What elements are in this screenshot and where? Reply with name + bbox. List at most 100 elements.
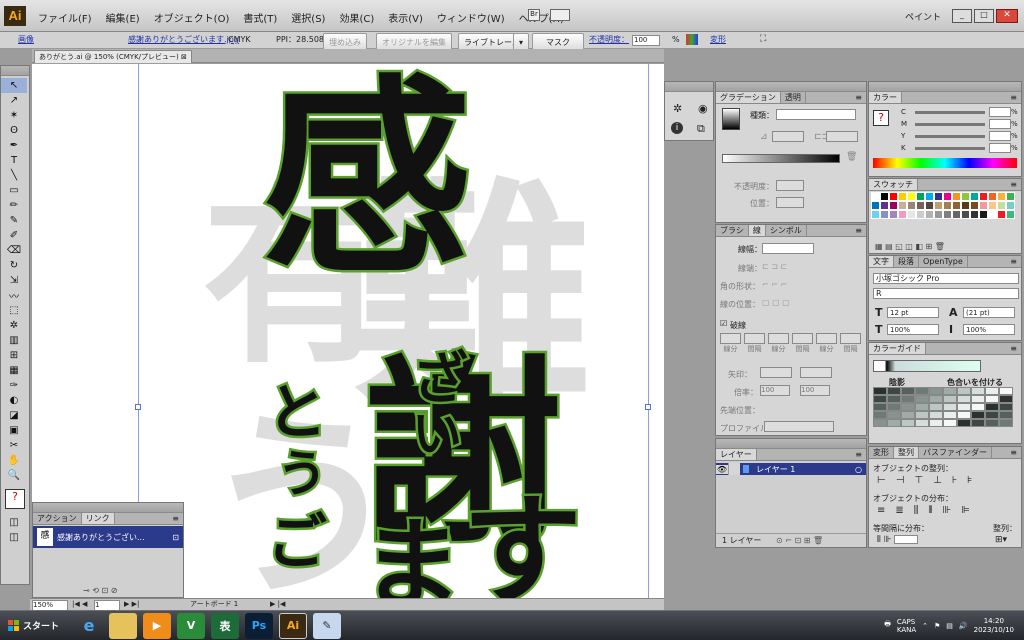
layers-footer-icons[interactable]: ⊙ ⌐ ⊡ ⊞ 🗑	[776, 534, 823, 548]
delete-stop-icon[interactable]: 🗑	[846, 152, 857, 162]
guide-swatch[interactable]	[985, 403, 999, 411]
guide-swatch[interactable]	[887, 387, 901, 395]
arrow-start-select[interactable]	[760, 367, 792, 378]
guide-swatch[interactable]	[971, 395, 985, 403]
guide-swatch[interactable]	[929, 403, 943, 411]
guide-swatch[interactable]	[957, 411, 971, 419]
align-to-select[interactable]: ⊞▾	[995, 535, 1007, 545]
magic-wand-tool-icon[interactable]: ✶	[1, 108, 27, 123]
graph-tool-icon[interactable]: ▥	[1, 333, 27, 348]
swatch[interactable]	[907, 210, 916, 219]
tools-panel-header[interactable]	[1, 66, 29, 76]
scale-start-input[interactable]: 100	[760, 385, 790, 396]
scale-end-input[interactable]: 100	[800, 385, 830, 396]
graphic-styles-icon[interactable]: ⧉	[697, 122, 705, 136]
aspect-input[interactable]	[826, 131, 858, 142]
guide-swatch[interactable]	[999, 387, 1013, 395]
guide-swatch[interactable]	[971, 403, 985, 411]
direct-selection-tool-icon[interactable]: ↗	[1, 93, 27, 108]
panel-menu-icon[interactable]: ≡	[851, 449, 866, 460]
swatch[interactable]	[1006, 201, 1015, 210]
paint-icon[interactable]: ✎	[313, 612, 342, 639]
guide-swatch[interactable]	[887, 411, 901, 419]
swatch[interactable]	[934, 192, 943, 201]
guide-swatch[interactable]	[943, 411, 957, 419]
swatch[interactable]	[880, 210, 889, 219]
swatch[interactable]	[997, 201, 1006, 210]
panel-menu-icon[interactable]: ≡	[1006, 256, 1021, 267]
illustrator-icon[interactable]: Ai	[279, 612, 308, 639]
next-artboard-button[interactable]: ▶ ▶|	[124, 599, 139, 610]
guide-swatch[interactable]	[887, 419, 901, 427]
panel-menu-icon[interactable]: ≡	[851, 92, 866, 103]
guide-swatch[interactable]	[999, 411, 1013, 419]
guide-swatch[interactable]	[873, 419, 887, 427]
guide-swatch[interactable]	[873, 403, 887, 411]
font-size-input[interactable]: 12 pt	[887, 307, 939, 318]
spreadsheet-icon[interactable]: 表	[211, 612, 240, 639]
tab-opentype[interactable]: OpenType	[919, 256, 968, 267]
swatch[interactable]	[880, 201, 889, 210]
swatch[interactable]	[943, 201, 952, 210]
menu-item[interactable]: 選択(S)	[291, 10, 325, 25]
channel-slider-m[interactable]: M%	[901, 118, 1018, 130]
gradient-tool-icon[interactable]: ▦	[1, 363, 27, 378]
guide-swatch[interactable]	[915, 419, 929, 427]
tab-color[interactable]: カラー	[869, 92, 902, 103]
live-paint-tool-icon[interactable]: ◪	[1, 408, 27, 423]
menu-item[interactable]: 編集(E)	[106, 10, 140, 25]
swatch[interactable]	[997, 210, 1006, 219]
swatch[interactable]	[997, 192, 1006, 201]
swatch[interactable]	[898, 201, 907, 210]
swatch[interactable]	[988, 201, 997, 210]
links-footer-icons[interactable]: ⊸ ⟲ ⊡ ⊘	[83, 586, 117, 595]
color-panel-header[interactable]	[869, 82, 1021, 92]
panel-menu-icon[interactable]: ≡	[1006, 92, 1021, 103]
swatch[interactable]	[970, 192, 979, 201]
opacity-input[interactable]: 100	[632, 35, 660, 46]
dash-cell[interactable]: 間隔	[840, 333, 861, 354]
volume-icon[interactable]: 🔊	[959, 622, 968, 630]
swatch[interactable]	[907, 201, 916, 210]
dash-cell[interactable]: 間隔	[792, 333, 813, 354]
line-tool-icon[interactable]: ╲	[1, 168, 27, 183]
layers-panel-header[interactable]	[716, 439, 866, 449]
guide-swatch[interactable]	[957, 403, 971, 411]
guide-swatch[interactable]	[901, 411, 915, 419]
tab-gradient[interactable]: グラデーション	[716, 92, 781, 103]
guide-swatch[interactable]	[943, 387, 957, 395]
panel-menu-icon[interactable]: ≡	[851, 225, 866, 236]
swatch[interactable]	[988, 192, 997, 201]
swatch[interactable]	[961, 192, 970, 201]
printer-icon[interactable]: 🖶	[884, 620, 891, 631]
fill-stroke-proxy[interactable]: ?	[873, 110, 889, 126]
guide-swatch[interactable]	[957, 419, 971, 427]
guide-swatch[interactable]	[999, 395, 1013, 403]
tab-paragraph[interactable]: 段落	[894, 256, 919, 267]
tab-stroke[interactable]: 線	[748, 225, 766, 236]
swatch[interactable]	[925, 201, 934, 210]
selection-kind[interactable]: 画像	[18, 32, 34, 47]
guide-swatch[interactable]	[915, 395, 929, 403]
guide-swatch[interactable]	[999, 419, 1013, 427]
corner-buttons[interactable]: ⌐ ⌐ ⌐	[762, 280, 787, 289]
swatch[interactable]	[934, 201, 943, 210]
swatch[interactable]	[952, 210, 961, 219]
swatch[interactable]	[916, 201, 925, 210]
guide-swatch[interactable]	[901, 387, 915, 395]
guide-swatch[interactable]	[929, 419, 943, 427]
close-tab-icon[interactable]: ⊠	[181, 53, 187, 61]
leading-input[interactable]: (21 pt)	[963, 307, 1015, 318]
swatch[interactable]	[871, 210, 880, 219]
swatch[interactable]	[979, 192, 988, 201]
maximize-button[interactable]: □	[974, 9, 994, 23]
swatch[interactable]	[943, 192, 952, 201]
guide-swatch[interactable]	[943, 403, 957, 411]
guide-swatch[interactable]	[929, 387, 943, 395]
gradient-swatch[interactable]	[722, 108, 740, 130]
channel-slider-y[interactable]: Y%	[901, 130, 1018, 142]
swatch[interactable]	[871, 192, 880, 201]
recolor-icon[interactable]	[686, 34, 698, 45]
bridge-icon[interactable]: Br	[528, 9, 540, 21]
dash-cell[interactable]: 間隔	[744, 333, 765, 354]
